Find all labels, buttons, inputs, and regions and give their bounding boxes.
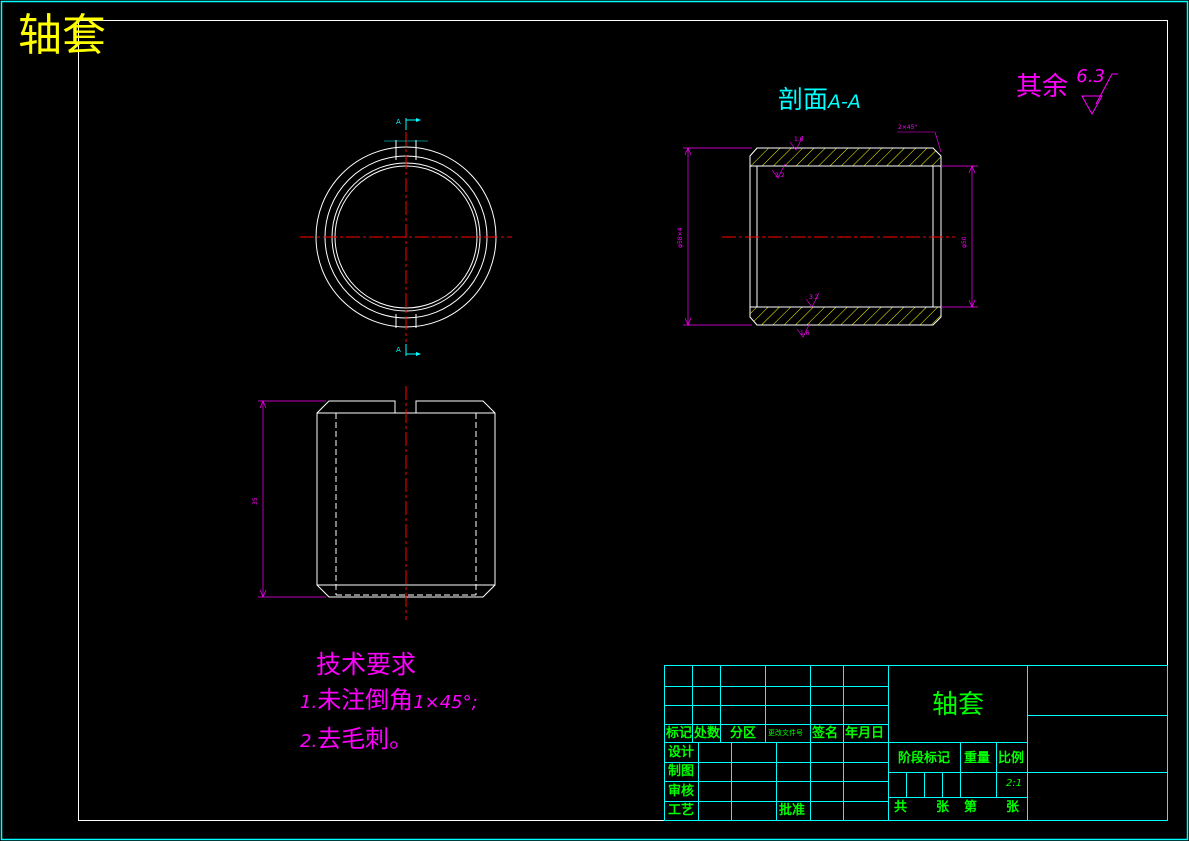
outer-diameter-dimension: φ58×4 [677, 227, 684, 248]
roughness-mark-3: 3.2 [809, 294, 819, 301]
section-label: 剖面A-A [778, 80, 861, 116]
stage-mark: 阶段标记 [898, 751, 951, 766]
tech-item-1-value: 1×45°; [413, 692, 478, 713]
section-label-text: 剖面 [778, 85, 829, 114]
chamfer-dimension: 2×45° [898, 124, 918, 131]
roughness-label: 其余 [1016, 72, 1069, 102]
tech-item-1: 1.未注倒角1×45°; [300, 682, 478, 721]
tech-item-2-text: 去毛刺。 [317, 725, 414, 753]
end-view [300, 118, 512, 356]
tech-item-1-text: 未注倒角 [317, 686, 414, 714]
sheet-border [0, 0, 1189, 841]
tech-item-1-num: 1. [300, 692, 318, 713]
section-label-suffix: A-A [828, 91, 861, 113]
drawing-canvas [0, 0, 1189, 841]
row-process: 工艺 [668, 803, 695, 818]
roughness-mark-2: 3.2 [775, 172, 785, 179]
hdr-count: 处数 [694, 726, 721, 741]
tech-heading: 技术要求 [316, 650, 417, 679]
hdr-zone: 分区 [730, 726, 757, 741]
hdr-doc: 更改文件号 [768, 729, 803, 737]
title-block-part-name: 轴套 [932, 690, 985, 720]
total-label: 共 [894, 800, 908, 815]
title-block-grid [664, 665, 1168, 821]
row-draw: 制图 [668, 764, 695, 779]
section-view [683, 131, 978, 338]
sheet-no-label: 第 [964, 800, 978, 815]
roughness-mark-1: 1.6 [794, 136, 804, 143]
technical-requirements: 技术要求 1.未注倒角1×45°; 2.去毛刺。 [300, 648, 478, 760]
hdr-mark: 标记 [666, 726, 693, 741]
row-approve: 批准 [779, 803, 806, 818]
drawing-title: 轴套 [18, 10, 106, 61]
side-view [258, 386, 496, 620]
weight: 重量 [964, 751, 991, 766]
roughness-mark-4: 1.6 [800, 330, 810, 337]
inner-diameter-dimension: φ50 [961, 236, 968, 248]
scale-value: 2:1 [1006, 778, 1023, 789]
roughness-note: 其余 6.3 [1016, 66, 1105, 103]
row-review: 审核 [668, 784, 695, 799]
ratio: 比例 [998, 751, 1025, 766]
sheets-label: 张 [936, 800, 950, 815]
tech-item-2-num: 2. [300, 731, 318, 752]
roughness-value: 6.3 [1076, 66, 1105, 87]
section-marker-top: A [396, 118, 401, 126]
sheets-label-2: 张 [1006, 800, 1020, 815]
tech-item-2: 2.去毛刺。 [300, 721, 478, 760]
drawing-frame [78, 20, 1168, 821]
height-dimension: 35 [252, 497, 259, 505]
row-design: 设计 [668, 745, 695, 760]
section-marker-bottom: A [396, 346, 401, 354]
hdr-date: 年月日 [845, 726, 885, 741]
hdr-sign: 签名 [812, 726, 839, 741]
